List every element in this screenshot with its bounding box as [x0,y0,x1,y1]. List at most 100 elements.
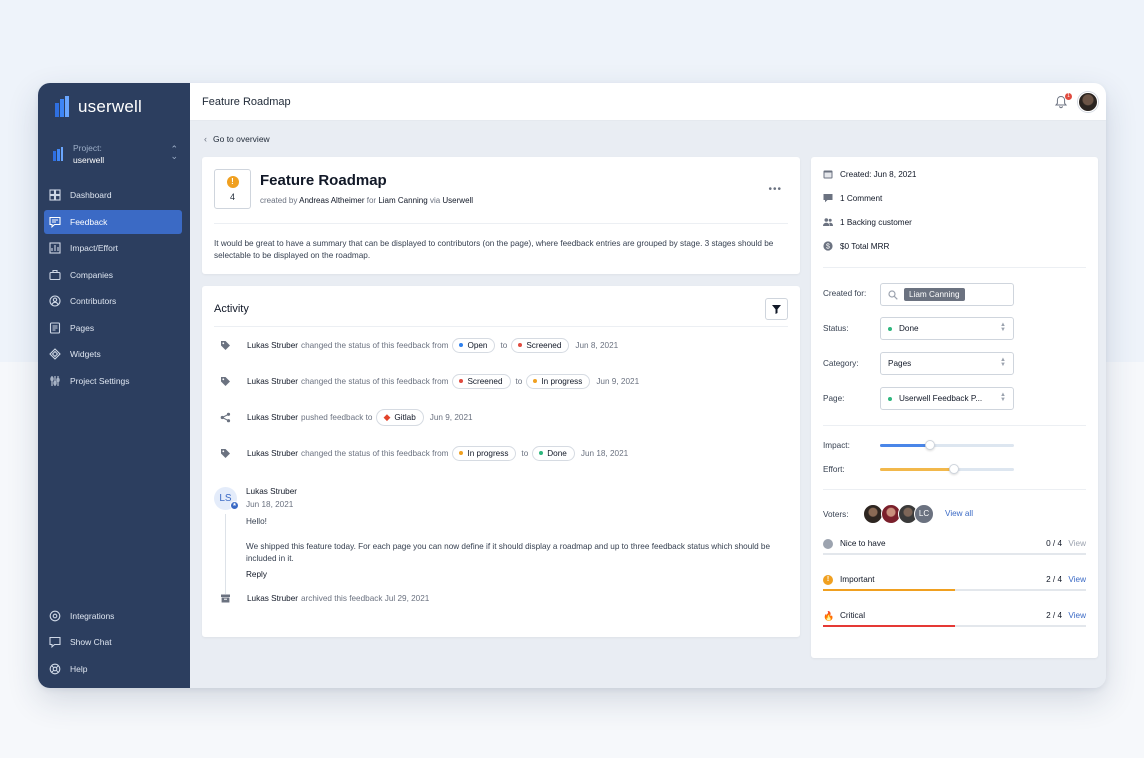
priority-progress-track [823,625,1086,627]
priority-count: 0 / 4 [1046,539,1062,548]
status-dot [459,451,464,455]
voter-avatar[interactable] [863,504,883,524]
sidebar-item-label: Impact/Effort [70,243,119,253]
impact-slider-handle[interactable] [924,440,935,450]
sidebar-item-dashboard[interactable]: Dashboard [44,183,182,207]
backing-row: 1 Backing customer [823,215,912,229]
status-label: Status: [823,324,849,333]
sidebar-item-pages[interactable]: Pages [44,316,182,340]
share-icon [220,412,231,422]
sidebar-item-show-chat[interactable]: Show Chat [44,630,182,654]
view-all-voters-link[interactable]: View all [945,509,973,518]
to-word: to [500,340,508,350]
effort-label: Effort: [823,465,845,474]
reply-link[interactable]: Reply [246,570,267,579]
priority-view-link[interactable]: View [1068,575,1086,584]
sidebar-item-widgets[interactable]: Widgets [44,342,182,366]
back-link[interactable]: ‹ Go to overview [204,134,270,144]
priority-view-link[interactable]: View [1068,539,1086,548]
sidebar-nav-bottom: Integrations Show Chat Help [44,604,182,684]
updown-chevron-icon: ▲ ▼ [1000,322,1006,333]
back-link-label: Go to overview [213,134,270,144]
pages-icon [49,321,61,334]
priority-row: 🔥 Critical 2 / 4 View [823,611,1086,633]
sidebar-item-help[interactable]: Help [44,657,182,681]
status-pill-to: Done [532,445,575,461]
user-avatar[interactable] [1078,92,1098,112]
sidebar-item-project-settings[interactable]: Project Settings [44,369,182,393]
created-for-field[interactable]: Liam Canning [880,283,1014,306]
archive-icon [221,594,230,602]
companies-icon [49,269,61,280]
impact-effort-icon [49,242,61,254]
status-pill-from: Open [452,337,496,353]
important-icon: ! [823,575,833,585]
sidebar-item-companies[interactable]: Companies [44,263,182,287]
page-select[interactable]: Userwell Feedback P... ▲ ▼ [880,387,1014,410]
priority-progress-fill [823,589,955,591]
activity-user[interactable]: Lukas Struber [247,413,298,422]
updown-chevron-icon: ⌃ ⌄ [170,144,178,161]
priority-count: 2 / 4 [1046,611,1062,620]
project-switcher[interactable]: Project: userwell ⌃ ⌄ [52,139,178,169]
userwell-logo-icon [55,96,69,117]
created-row: Created: Jun 8, 2021 [823,167,916,181]
status-select[interactable]: Done ▲ ▼ [880,317,1014,340]
vote-button[interactable]: ! 4 [214,169,251,209]
page-value: Userwell Feedback P... [899,394,983,403]
status-to: Screened [526,340,562,350]
activity-event: Lukas Struber changed the status of this … [220,336,618,354]
critical-icon: 🔥 [823,611,835,621]
author-link[interactable]: Andreas Altheimer [299,196,364,205]
sidebar-item-label: Feedback [70,216,108,227]
topbar: Feature Roadmap 1 [190,83,1106,121]
calendar-icon [823,170,833,179]
user-chip[interactable]: Liam Canning [904,288,965,301]
sidebar-item-contributors[interactable]: Contributors [44,289,182,313]
status-pill-from: In progress [452,445,517,461]
page-title: Feature Roadmap [202,95,291,108]
activity-user[interactable]: Lukas Struber [247,377,298,386]
sidebar-item-feedback[interactable]: Feedback [44,209,182,234]
integration-pill[interactable]: ◆ Gitlab [376,408,424,426]
details-panel: Created: Jun 8, 2021 1 Comment 1 Backing… [811,157,1098,658]
sidebar-item-integrations[interactable]: Integrations [44,604,182,628]
via-source: Userwell [442,196,474,205]
effort-slider[interactable] [880,464,1014,474]
status-dot [533,379,538,383]
logo[interactable]: userwell [54,95,142,119]
dollar-icon: $ [823,241,833,251]
created-for-label: Created for: [823,289,867,298]
activity-text: changed the status of this feedback from [300,340,449,350]
voters-label: Voters: [823,510,849,519]
effort-slider-handle[interactable] [948,464,959,474]
activity-text: pushed feedback to [300,412,373,422]
project-label: Project: [73,143,102,153]
sidebar-item-label: Pages [70,322,95,333]
page-dot [888,396,892,401]
activity-user[interactable]: Lukas Struber [247,449,298,458]
impact-slider[interactable] [880,440,1014,450]
feedback-icon [49,216,61,228]
comment-author: Lukas Struber [246,487,297,496]
project-icon [53,147,63,161]
activity-archived: Lukas Struber archived this feedback Jul… [220,589,429,607]
vote-count: 4 [229,192,235,202]
activity-user[interactable]: Lukas Struber [247,341,298,350]
sidebar-item-label: Companies [70,269,113,280]
sidebar-item-label: Dashboard [70,190,112,200]
sidebar-item-impact-effort[interactable]: Impact/Effort [44,236,182,260]
category-select[interactable]: Pages ▲ ▼ [880,352,1014,375]
settings-icon [50,375,60,386]
for-user-link[interactable]: Liam Canning [378,196,427,205]
users-icon [823,218,833,226]
filter-button[interactable] [765,298,788,320]
activity-user[interactable]: Lukas Struber [247,594,298,603]
feedback-meta: created by Andreas Altheimer for Liam Ca… [260,196,473,205]
to-word: to [515,376,523,386]
voter-avatar-initials[interactable]: LC [914,504,934,524]
priority-view-link[interactable]: View [1068,611,1086,620]
activity-date: Jun 9, 2021 [596,376,640,386]
status-pill-from: Screened [452,373,511,389]
more-options-icon[interactable]: ••• [768,184,782,195]
